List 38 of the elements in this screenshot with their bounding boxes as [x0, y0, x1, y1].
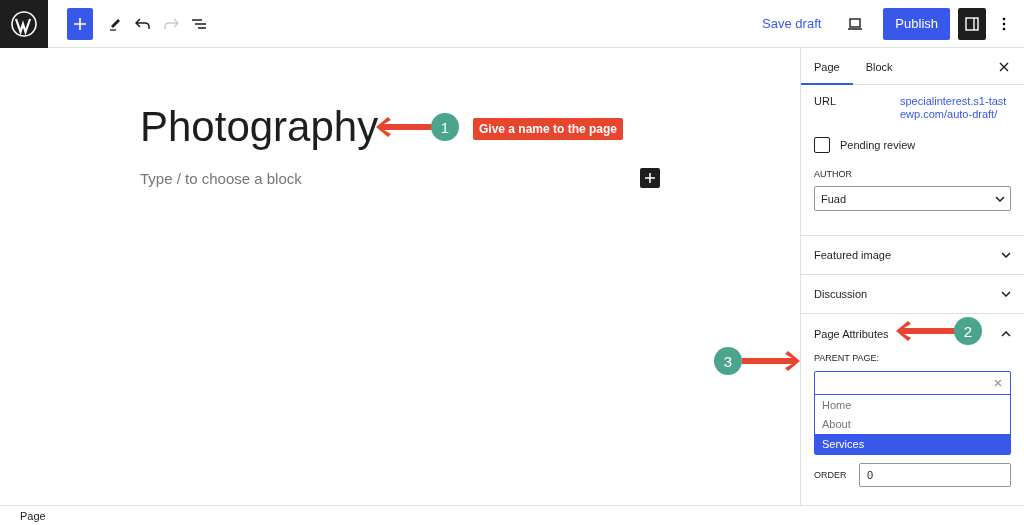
plus-icon [74, 17, 86, 30]
clear-icon[interactable] [994, 379, 1002, 387]
publish-button[interactable]: Publish [883, 7, 950, 40]
add-block-button[interactable] [640, 168, 660, 188]
chevron-down-icon [995, 195, 1005, 202]
author-select[interactable]: Fuad [814, 186, 1011, 211]
arrow [376, 117, 432, 137]
arrow [742, 351, 800, 371]
author-label: AUTHOR [814, 169, 852, 179]
status-bar-text: Page [0, 505, 1024, 525]
chevron-down-icon [1001, 252, 1011, 258]
checkbox-label: Pending review [840, 139, 916, 151]
add-block-button[interactable] [67, 7, 93, 40]
chevron-down-icon [1001, 291, 1011, 297]
checkbox[interactable] [814, 137, 830, 153]
order-field[interactable]: 0 [859, 462, 1011, 487]
sidebar-tab[interactable]: Block [852, 48, 906, 85]
callout-label: Give a name to the page [473, 118, 624, 140]
plus-icon [645, 173, 655, 183]
parent-page-label: PARENT PAGE: [814, 353, 880, 363]
url-link[interactable]: specialinterest.s1-tastewp.com/auto-draft/ [900, 95, 1010, 121]
step-number: 3 [714, 347, 742, 375]
block-placeholder[interactable]: Type / to choose a block [140, 169, 302, 187]
parent-page-combobox[interactable]: Home About Services [814, 371, 1011, 455]
arrow [896, 321, 956, 341]
panel-header[interactable]: Discussion [801, 275, 1024, 314]
page-title[interactable]: Photography [140, 96, 379, 158]
sidebar-tab[interactable]: Page [801, 48, 853, 85]
step-number: 2 [954, 317, 982, 345]
url-label: URL [814, 95, 837, 108]
sidebar-toggle-icon[interactable] [958, 7, 986, 40]
chevron-up-icon [1001, 330, 1011, 337]
order-label: ORDER [814, 469, 847, 480]
panel-header[interactable]: Featured image [801, 236, 1024, 275]
wordpress-logo[interactable] [0, 0, 48, 48]
step-number: 1 [431, 113, 459, 141]
dropdown-option[interactable]: Services [815, 434, 1010, 454]
save-draft-button[interactable]: Save draft [750, 7, 834, 40]
